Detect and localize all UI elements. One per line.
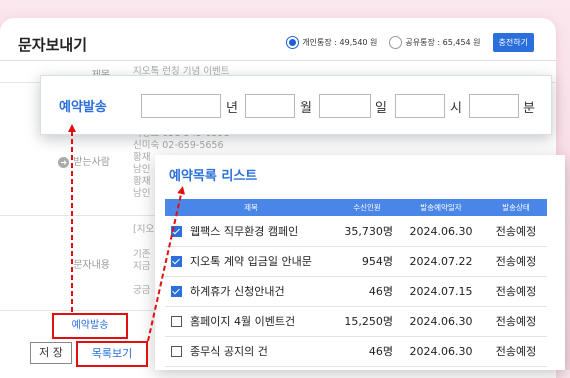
content-line: 기존 [133,249,151,260]
row-count: 954명 [361,255,393,268]
row-subject: 하계휴가 신청안내건 [190,285,285,298]
row-checkbox[interactable] [171,255,182,267]
row-checkbox[interactable] [171,345,182,357]
column-header-count: 수신인원 [353,203,381,212]
row-subject: 지오톡 계약 입금일 안내문 [190,255,312,268]
shared-account-option[interactable]: 공유통장 : 65,454 원 [389,36,481,49]
row-count: 46명 [368,345,393,358]
table-row[interactable]: 웹팩스 직무환경 캠페인 35,730명 2024.06.30 전송예정 [165,216,547,247]
day-input[interactable] [319,94,371,118]
table-row[interactable]: 지오톡 계약 입금일 안내문 954명 2024.07.22 전송예정 [165,246,547,277]
table-row[interactable]: 홈페이지 4월 이벤트건 15,250명 2024.06.30 전송예정 [165,306,547,337]
minute-unit: 분 [523,101,535,116]
column-header-status: 발송상태 [502,203,530,212]
row-checkbox[interactable] [171,315,182,327]
radio-unchecked-icon[interactable] [389,36,403,49]
table-header: 제목 수신인원 발송예약일자 발송상태 [165,199,547,216]
year-input[interactable] [141,94,221,118]
column-header-subject: 제목 [244,203,258,212]
personal-account-label: 개인통장 : 49,540 원 [302,38,378,47]
hour-input[interactable] [395,94,445,118]
hour-unit: 시 [450,101,462,116]
row-date: 2024.06.30 [409,344,473,358]
row-status: 전송예정 [495,315,537,328]
table-row[interactable]: 종무식 공지의 건 46명 2024.06.30 전송예정 [165,336,547,367]
row-date: 2024.06.30 [409,314,473,328]
row-count: 46명 [368,285,393,298]
content-preview: [지오 기존 지금 궁금 [133,224,154,297]
content-line: 지금 [133,261,151,272]
row-status: 전송예정 [495,255,537,268]
row-date: 2024.06.30 [409,224,473,238]
reservation-list-title: 예약목록 리스트 [169,169,258,184]
row-date: 2024.07.22 [409,254,473,268]
row-status: 전송예정 [495,225,537,238]
row-status: 전송예정 [495,285,537,298]
row-count: 35,730명 [344,225,393,238]
month-input[interactable] [245,94,295,118]
row-date: 2024.07.15 [409,284,473,298]
recipient-label: ➜ 받는사람 [0,153,110,168]
recipient-item: 신미숙 02-659-5656 [133,140,224,151]
account-selector: 개인통장 : 49,540 원 공유통장 : 65,454 원 충전하기 [286,33,534,52]
row-checkbox[interactable] [171,285,182,297]
personal-account-option[interactable]: 개인통장 : 49,540 원 [286,36,377,49]
schedule-title: 예약발송 [59,100,107,115]
year-unit: 년 [226,101,238,116]
save-button[interactable]: 저 장 [30,342,72,364]
minute-input[interactable] [469,94,519,118]
schedule-send-button[interactable]: 예약발송 [52,313,128,339]
row-count: 15,250명 [344,315,393,328]
add-recipient-icon[interactable]: ➜ [58,156,70,168]
day-unit: 일 [375,101,387,116]
charge-button[interactable]: 충전하기 [492,33,534,52]
list-view-button[interactable]: 목록보기 [76,341,148,367]
radio-checked-icon[interactable] [286,36,300,49]
content-line: [지오 [133,224,155,235]
month-unit: 월 [300,101,312,116]
row-checkbox[interactable] [171,225,182,237]
row-status: 전송예정 [495,345,537,358]
page-title: 문자보내기 [18,36,88,54]
reservation-list-popup: 예약목록 리스트 제목 수신인원 발송예약일자 발송상태 웹팩스 직무환경 캠페… [155,155,565,370]
row-subject: 종무식 공지의 건 [190,345,268,358]
table-row[interactable]: 하계휴가 신청안내건 46명 2024.07.15 전송예정 [165,276,547,307]
shared-account-label: 공유통장 : 65,454 원 [405,38,481,47]
header-divider [0,60,556,61]
row-subject: 홈페이지 4월 이벤트건 [190,315,296,328]
content-line: 궁금 [133,285,151,296]
schedule-popup: 예약발송 년 월 일 시 분 [40,75,552,135]
content-label: 문자내용 [73,260,110,271]
row-subject: 웹팩스 직무환경 캠페인 [190,225,299,238]
column-header-date: 발송예약일자 [420,203,462,212]
